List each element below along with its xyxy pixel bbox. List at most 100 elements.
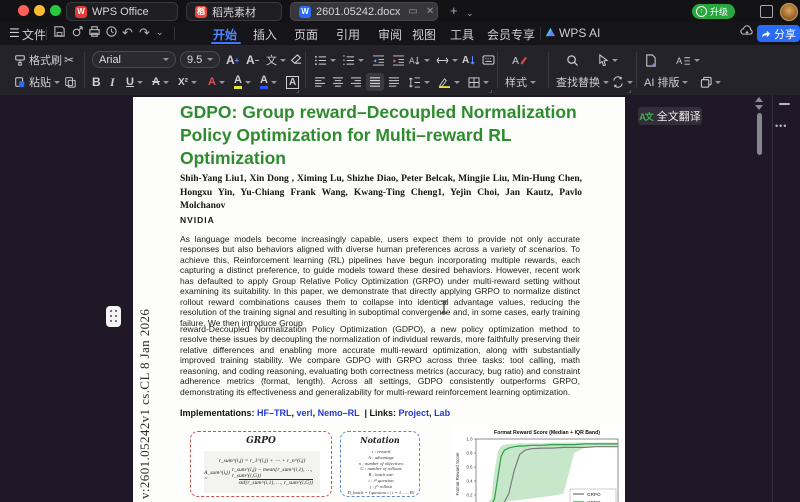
find-group-launcher-icon[interactable]: ⌟ <box>628 86 631 94</box>
menu-home[interactable]: 开始 <box>213 26 237 43</box>
paste-button[interactable]: 粘贴 <box>14 73 60 91</box>
align-center-icon[interactable] <box>332 73 344 91</box>
menu-tools[interactable]: 工具 <box>450 26 474 43</box>
close-tab-icon[interactable]: ✕ <box>426 6 434 17</box>
menu-membership[interactable]: 会员专享 <box>487 26 535 43</box>
numbered-list-button[interactable] <box>342 51 364 69</box>
print-icon[interactable] <box>88 25 101 38</box>
avatar[interactable] <box>780 3 798 21</box>
close-traffic-light[interactable] <box>18 5 29 16</box>
menu-page[interactable]: 页面 <box>294 26 318 43</box>
menu-view[interactable]: 视图 <box>412 26 436 43</box>
style-pen-icon[interactable]: A <box>512 51 528 69</box>
superscript-button[interactable]: X² <box>178 73 197 91</box>
wordart-button[interactable]: A <box>208 73 225 91</box>
tab-document[interactable]: W 2601.05242.docx ▭ ✕ <box>290 2 438 21</box>
tab-docer[interactable]: 稻 稻壳素材 <box>186 2 282 21</box>
save-icon[interactable] <box>53 25 66 38</box>
text-tool-button[interactable]: A <box>676 51 700 69</box>
hamburger-icon[interactable]: ☰ <box>9 26 20 40</box>
vertical-scrollbar[interactable] <box>757 113 762 155</box>
doc-assistant-icon[interactable] <box>644 51 657 69</box>
search-icon[interactable] <box>566 51 579 69</box>
find-replace-label: 查找替换 <box>556 74 600 90</box>
align-distribute-icon[interactable] <box>388 73 400 91</box>
file-menu[interactable]: 文件 <box>22 26 46 43</box>
collapse-pane-icon[interactable] <box>779 103 790 105</box>
sort-icon[interactable]: A <box>462 51 476 69</box>
italic-button[interactable]: I <box>110 73 115 91</box>
menu-reference[interactable]: 引用 <box>336 26 360 43</box>
styles-button[interactable]: 样式 <box>505 73 536 91</box>
bold-button[interactable]: B <box>92 73 101 91</box>
font-color-button[interactable]: A <box>260 73 277 91</box>
align-left-icon[interactable] <box>314 73 326 91</box>
font-size-select[interactable]: 9.5 <box>180 51 220 68</box>
increase-indent-icon[interactable] <box>392 51 405 69</box>
minimize-traffic-light[interactable] <box>34 5 45 16</box>
copy-icon[interactable] <box>64 73 76 91</box>
find-replace-button[interactable]: 查找替换 <box>556 73 609 91</box>
format-painter-button[interactable]: 格式刷 <box>14 51 62 69</box>
upgrade-label: 升级 <box>710 5 728 18</box>
hidden-marks-icon[interactable] <box>482 51 495 69</box>
eraser-icon[interactable] <box>290 51 303 69</box>
text-ibeam-cursor <box>440 300 448 314</box>
shading-button[interactable] <box>438 73 460 91</box>
menu-review[interactable]: 审阅 <box>378 26 402 43</box>
line-spacing-button[interactable] <box>408 73 430 91</box>
full-text-translate-button[interactable]: A文 全文翻译 <box>638 107 702 125</box>
redo-icon[interactable]: ↷ <box>139 25 150 41</box>
borders-table-button[interactable] <box>468 73 489 91</box>
tab-label: WPS Office <box>92 6 149 18</box>
align-justify-icon[interactable] <box>366 73 384 91</box>
font-name-select[interactable]: Arial <box>92 51 176 68</box>
cut-icon[interactable]: ✂ <box>64 51 74 69</box>
cloud-sync-icon[interactable] <box>105 25 118 38</box>
impl-link-nemorl[interactable]: Nemo–RL <box>318 408 360 418</box>
text-direction-button[interactable]: A <box>408 51 430 69</box>
decrease-indent-icon[interactable] <box>372 51 385 69</box>
paste-label: 粘贴 <box>29 74 51 90</box>
ai-layout-button[interactable]: AI 排版 <box>644 73 688 91</box>
upgrade-button[interactable]: ↑ 升级 <box>692 4 735 19</box>
window-restore-icon[interactable] <box>760 5 773 18</box>
font-group-launcher-icon[interactable]: ⌟ <box>296 86 299 94</box>
align-right-icon[interactable] <box>350 73 362 91</box>
new-tab-button[interactable]: + <box>450 3 458 19</box>
underline-button[interactable]: U <box>126 73 143 91</box>
tab-list-chevron-icon[interactable]: ⌄ <box>466 5 474 21</box>
monitor-icon: ▭ <box>408 6 417 17</box>
strikethrough-button[interactable]: A <box>152 73 169 91</box>
tab-wps-office[interactable]: W WPS Office <box>66 2 178 21</box>
format-reward-chart: 0.00.20.40.60.81.0020406080100120Format … <box>452 425 624 502</box>
translate-label: 全文翻译 <box>657 108 701 124</box>
select-cursor-icon <box>598 54 609 66</box>
history-chevron-icon[interactable]: ⌄ <box>156 27 164 38</box>
drag-handle[interactable] <box>106 306 121 327</box>
cloud-upload-icon[interactable] <box>740 25 754 38</box>
highlight-color-button[interactable]: A <box>234 73 251 91</box>
menu-wps-ai[interactable]: WPS AI <box>559 26 600 40</box>
link-project[interactable]: Project <box>399 408 430 418</box>
char-scale-button[interactable] <box>436 51 458 69</box>
scroll-up-icon[interactable] <box>755 97 763 102</box>
layers-button[interactable] <box>700 73 721 91</box>
menu-insert[interactable]: 插入 <box>253 26 277 43</box>
undo-icon[interactable]: ↶ <box>122 25 133 41</box>
impl-link-verl[interactable]: verl <box>297 408 313 418</box>
fullscreen-traffic-light[interactable] <box>50 5 61 16</box>
paragraph-group-launcher-icon[interactable]: ⌟ <box>489 86 492 94</box>
impl-link-hftrl[interactable]: HF–TRL <box>257 408 292 418</box>
more-options-icon[interactable]: ••• <box>775 121 787 131</box>
shrink-font-button[interactable]: A− <box>246 51 259 69</box>
grow-font-button[interactable]: A+ <box>226 51 239 69</box>
scroll-down-icon[interactable] <box>755 105 763 110</box>
export-icon[interactable] <box>71 25 84 38</box>
link-lab[interactable]: Lab <box>434 408 450 418</box>
text-effects-button[interactable]: 文 <box>266 51 286 69</box>
select-cursor-button[interactable] <box>598 51 618 69</box>
svg-text:0.6: 0.6 <box>467 465 474 470</box>
bullet-list-button[interactable] <box>314 51 336 69</box>
share-button[interactable]: 分享 <box>757 25 800 42</box>
